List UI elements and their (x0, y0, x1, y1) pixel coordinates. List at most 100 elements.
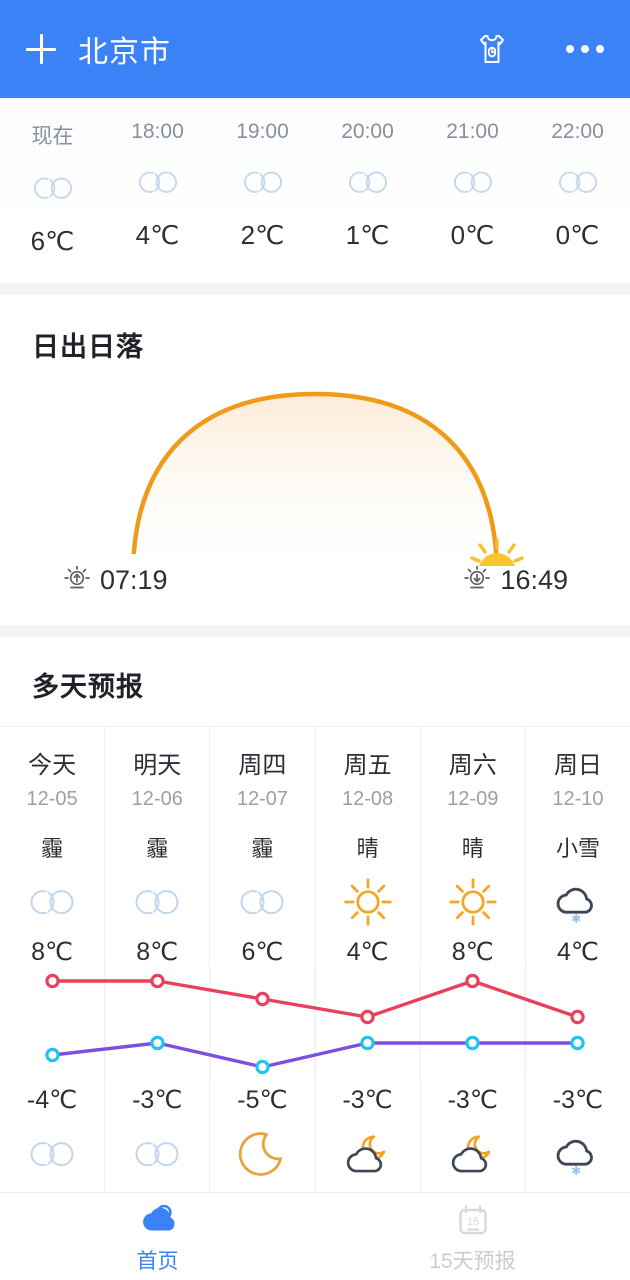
sun-times-row: 07:19 16:49 (0, 562, 630, 599)
hourly-item[interactable]: 19:00 2℃ (210, 120, 315, 257)
cloud-moon-icon (342, 1125, 394, 1183)
scroll-container[interactable]: 现在 6℃ 18:00 4℃ 19:00 2℃ 20:00 1℃ 21:00 0℃ 22:00 0℃ … (0, 98, 630, 1280)
calendar-15-icon: 15 (453, 1199, 493, 1241)
forecast-low-temp: -3℃ (342, 1086, 393, 1114)
svg-text:15: 15 (466, 1216, 478, 1228)
section-divider (0, 283, 630, 295)
forecast-low-temp: -3℃ (447, 1086, 498, 1114)
chart-slot (105, 967, 209, 1079)
forecast-day-condition: 晴 (356, 836, 379, 861)
app-header: 北京市 (0, 0, 630, 98)
cloud-snow-icon (552, 1125, 604, 1183)
header-left-group: 北京市 (26, 27, 171, 71)
haze-icon (26, 873, 78, 931)
chart-slot (0, 967, 104, 1079)
haze-icon (450, 160, 496, 204)
hourly-item[interactable]: 20:00 1℃ (315, 120, 420, 257)
moon-icon (236, 1125, 288, 1183)
haze-icon (131, 873, 183, 931)
hourly-item[interactable]: 18:00 4℃ (105, 120, 210, 257)
hourly-temp: 4℃ (135, 220, 180, 250)
haze-icon (345, 160, 391, 204)
forecast-low-temp: -5℃ (237, 1086, 288, 1114)
sunset-icon (462, 562, 492, 599)
sunrise-time-item: 07:19 (62, 562, 168, 599)
forecast-high-temp: 8℃ (31, 938, 74, 966)
tab-home-label: 首页 (136, 1249, 179, 1273)
hourly-time: 21:00 (446, 120, 499, 143)
more-dots-icon[interactable] (566, 29, 604, 69)
hourly-temp: 1℃ (345, 220, 390, 250)
hourly-forecast-card[interactable]: 现在 6℃ 18:00 4℃ 19:00 2℃ 20:00 1℃ 21:00 0℃ 22:00 0℃ (0, 98, 630, 283)
dot (566, 45, 574, 53)
sunrise-sunset-card: 日出日落 07:19 16:49 (0, 295, 630, 625)
forecast-low-temp: -4℃ (26, 1086, 78, 1114)
dot (596, 45, 604, 53)
forecast-date: 12-07 (236, 788, 288, 810)
bottom-tab-bar: 首页 15 15天预报 (0, 1192, 630, 1280)
tab-home[interactable]: 首页 (0, 1199, 315, 1275)
dot (581, 45, 589, 53)
hourly-item[interactable]: 现在 6℃ (0, 120, 105, 257)
sunrise-time: 07:19 (100, 565, 168, 595)
forecast-day-condition: 霾 (146, 836, 169, 861)
sunset-time-item: 16:49 (462, 562, 568, 599)
forecast-date: 12-10 (552, 788, 604, 810)
forecast-day-condition: 晴 (461, 836, 484, 861)
forecast-high-temp: 4℃ (346, 938, 389, 966)
sun-section-title: 日出日落 (32, 332, 144, 362)
forecast-day-label: 周六 (448, 752, 497, 779)
hourly-item[interactable]: 21:00 0℃ (420, 120, 525, 257)
haze-icon (26, 1125, 78, 1183)
hourly-time: 18:00 (131, 120, 184, 143)
tab-15day-forecast[interactable]: 15 15天预报 (315, 1199, 630, 1275)
haze-icon (131, 1125, 183, 1183)
sunset-time: 16:49 (500, 565, 568, 595)
multiday-forecast-card: 多天预报 今天12-05霾8℃-4℃霾西北风明天12-06霾8℃-3℃霾西北风周… (0, 637, 630, 1280)
shirt-icon[interactable] (472, 29, 512, 69)
sun-icon (342, 873, 394, 931)
forecast-high-temp: 8℃ (136, 938, 179, 966)
forecast-day-condition: 霾 (251, 836, 274, 861)
cloud-moon-icon (447, 1125, 499, 1183)
city-name[interactable]: 北京市 (78, 27, 171, 71)
hourly-temp: 0℃ (555, 220, 600, 250)
haze-icon (30, 166, 76, 210)
hourly-temp: 0℃ (450, 220, 495, 250)
hourly-item[interactable]: 22:00 0℃ (525, 120, 630, 257)
forecast-day-label: 周日 (553, 752, 602, 779)
sunrise-icon (62, 562, 92, 599)
plus-icon[interactable] (26, 34, 56, 64)
forecast-date: 12-05 (26, 788, 78, 810)
chart-slot (526, 967, 630, 1079)
section-divider (0, 625, 630, 637)
forecast-day-condition: 小雪 (555, 836, 600, 861)
forecast-day-label: 周五 (343, 752, 392, 779)
forecast-date: 12-06 (131, 788, 183, 810)
hourly-time: 现在 (31, 125, 74, 148)
forecast-low-temp: -3℃ (132, 1086, 183, 1114)
chart-slot (421, 967, 525, 1079)
hourly-temp: 6℃ (30, 226, 75, 256)
forecast-high-temp: 6℃ (241, 938, 284, 966)
hourly-row: 现在 6℃ 18:00 4℃ 19:00 2℃ 20:00 1℃ 21:00 0℃ 22:00 0℃ (0, 120, 630, 257)
hourly-time: 20:00 (341, 120, 394, 143)
forecast-high-temp: 4℃ (556, 938, 599, 966)
haze-icon (240, 160, 286, 204)
chart-slot (210, 967, 314, 1079)
haze-icon (135, 160, 181, 204)
hourly-time: 22:00 (551, 120, 604, 143)
sun-arc-graphic (0, 376, 630, 566)
forecast-day-condition: 霾 (41, 836, 64, 861)
weather-app: 北京市 现在 6℃ 18:00 4℃ 19:00 2℃ 20:00 1℃ 21:00 0℃ 22:0… (0, 0, 630, 1280)
haze-icon (236, 873, 288, 931)
hourly-time: 19:00 (236, 120, 289, 143)
forecast-low-temp: -3℃ (552, 1086, 604, 1114)
hourly-temp: 2℃ (240, 220, 285, 250)
haze-icon (555, 160, 601, 204)
cloud-sun-icon (137, 1199, 179, 1241)
forecast-day-label: 周四 (238, 752, 287, 779)
forecast-date: 12-09 (447, 788, 499, 810)
forecast-date: 12-08 (342, 788, 394, 810)
header-right-group (472, 29, 604, 69)
